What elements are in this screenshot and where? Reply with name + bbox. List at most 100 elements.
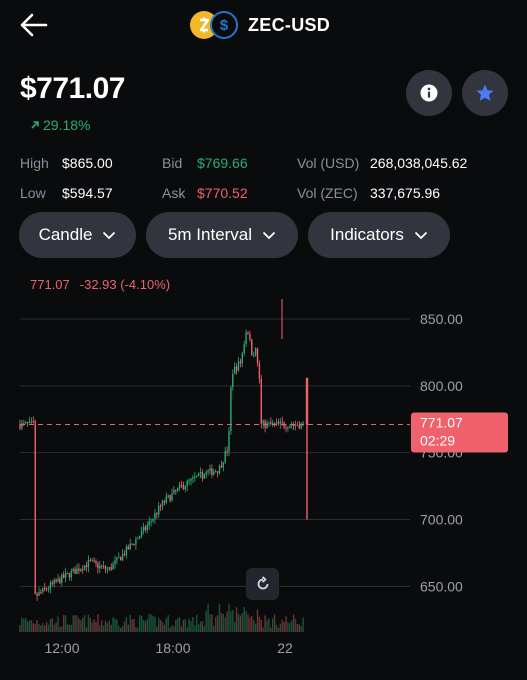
chart-type-label: Candle — [38, 225, 93, 244]
volume-bar — [93, 619, 95, 632]
low-value: $594.57 — [62, 185, 113, 201]
high-value: $865.00 — [62, 155, 113, 171]
candle — [163, 500, 166, 503]
volume-bar — [178, 617, 181, 632]
volume-bar — [207, 603, 209, 632]
x-axis-tick-label: 12:00 — [44, 640, 79, 656]
y-axis-tick-label: 650.00 — [420, 578, 463, 594]
candle — [38, 591, 40, 596]
volume-bar — [161, 621, 164, 632]
candle — [177, 488, 179, 491]
volume-bar — [197, 624, 200, 632]
candle — [110, 567, 112, 570]
candle — [154, 513, 156, 519]
candle — [53, 580, 55, 584]
header: $ ZEC-USD — [0, 0, 527, 50]
candle — [152, 518, 154, 521]
candle — [275, 421, 278, 424]
volume-bar — [203, 626, 205, 632]
candle — [150, 520, 152, 522]
volume-bar — [146, 619, 148, 632]
volume-bar — [61, 625, 63, 632]
candle — [262, 420, 264, 424]
volume-bar — [235, 607, 238, 632]
candle — [68, 573, 71, 578]
candle — [173, 489, 175, 494]
coin-pair-icons: $ — [190, 9, 238, 41]
candle — [78, 568, 80, 572]
volume-bar — [224, 617, 226, 632]
candle — [216, 471, 219, 473]
volume-bar — [190, 620, 192, 632]
candle — [305, 377, 309, 425]
back-button[interactable] — [14, 8, 52, 42]
volume-bar — [21, 617, 23, 632]
indicators-select[interactable]: Indicators — [308, 212, 450, 258]
candle — [91, 560, 93, 562]
candle — [213, 471, 215, 475]
interval-select[interactable]: 5m Interval — [146, 212, 298, 258]
volume-bar — [215, 617, 217, 632]
volume-bar — [253, 620, 255, 632]
candle — [218, 465, 221, 473]
candle — [76, 568, 78, 574]
ask-value: $770.52 — [197, 185, 248, 201]
x-axis-tick-label: 22 — [277, 640, 293, 656]
volume-bar — [82, 618, 84, 632]
candle — [291, 425, 293, 427]
chart-type-select[interactable]: Candle — [19, 212, 136, 258]
candle — [142, 527, 145, 531]
volume-bar — [264, 615, 266, 632]
candle — [114, 560, 116, 564]
candle — [237, 361, 240, 371]
candle — [159, 506, 162, 508]
volume-bar — [243, 606, 245, 632]
candle — [258, 362, 261, 379]
candle — [129, 543, 131, 550]
volume-bar — [239, 615, 242, 632]
candle — [296, 424, 299, 426]
volume-bar — [55, 622, 57, 632]
candle — [44, 587, 46, 589]
volume-bar — [121, 626, 124, 632]
volume-bar — [199, 621, 202, 632]
volume-bar — [298, 624, 300, 632]
price-chart[interactable]: 850.00800.00750.00700.00650.00 12:00 18:0… — [0, 290, 527, 680]
vol-usd-value: 268,038,045.62 — [370, 155, 468, 171]
candle — [273, 422, 276, 424]
rotate-icon — [257, 576, 268, 590]
volume-bar — [228, 603, 230, 632]
back-arrow-icon — [20, 13, 48, 37]
candle — [235, 366, 238, 371]
watchlist-star-button[interactable] — [462, 70, 508, 116]
volume-bar — [296, 623, 299, 632]
volume-bar — [289, 622, 291, 632]
volume-bar — [99, 625, 101, 632]
volume-bar — [26, 621, 29, 632]
candle — [146, 525, 148, 530]
volume-bar — [152, 615, 154, 632]
candle — [19, 424, 21, 429]
y-axis-tick-label: 850.00 — [420, 311, 463, 327]
volume-bar — [127, 624, 129, 632]
volume-bar — [106, 622, 109, 632]
volume-bar — [171, 625, 173, 632]
candle — [108, 567, 110, 570]
volume-bar — [275, 624, 278, 632]
candle — [63, 574, 65, 578]
volume-bar — [116, 619, 118, 632]
candle — [23, 422, 25, 424]
candle — [101, 565, 103, 567]
volume-bar — [44, 625, 46, 632]
volume-bar — [47, 624, 50, 632]
candle — [186, 480, 188, 487]
reset-zoom-button[interactable] — [246, 568, 279, 600]
volume-bar — [125, 617, 128, 632]
volume-bar — [256, 609, 259, 632]
candle — [59, 578, 61, 584]
volume-bar — [38, 624, 40, 632]
volume-bar — [74, 615, 76, 632]
volume-bar — [87, 614, 90, 632]
info-button[interactable] — [406, 70, 452, 116]
volume-bar — [180, 626, 183, 632]
